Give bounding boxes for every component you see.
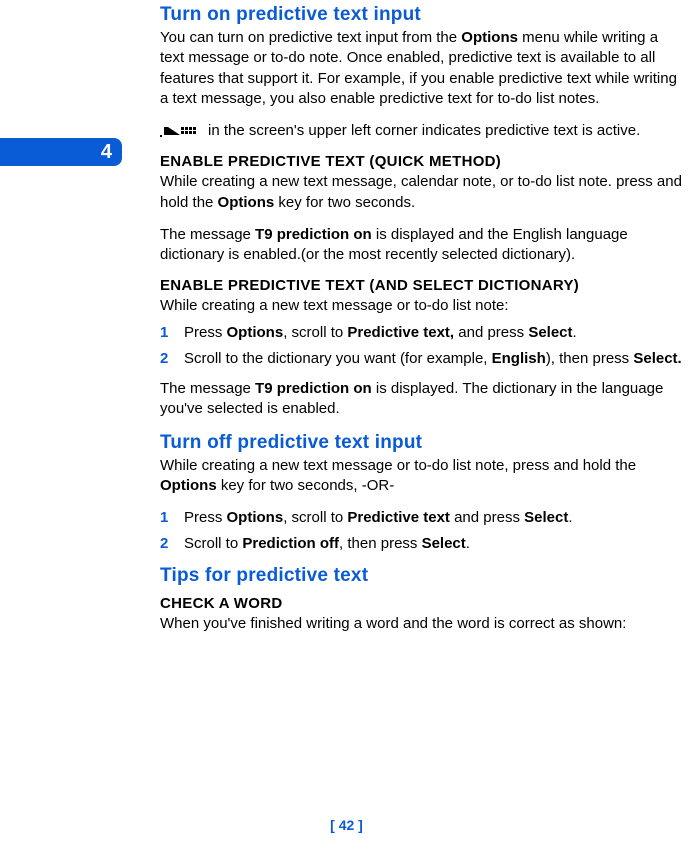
bold-text: Predictive text: [347, 509, 450, 526]
text: Press: [184, 509, 227, 526]
steps-list-enable: 1 Press Options, scroll to Predictive te…: [160, 323, 683, 370]
paragraph: The message T9 prediction on is displaye…: [160, 379, 683, 420]
page: 4 Turn on predictive text input You can …: [0, 0, 693, 841]
text: Press: [184, 324, 227, 341]
text: The message: [160, 226, 255, 243]
bold-text: T9 prediction on: [255, 380, 372, 397]
paragraph: While creating a new text message or to-…: [160, 296, 683, 316]
text: in the screen's upper left corner indica…: [208, 121, 640, 141]
text: You can turn on predictive text input fr…: [160, 29, 461, 46]
chapter-tab: 4: [0, 138, 122, 166]
paragraph: The message T9 prediction on is displaye…: [160, 225, 683, 266]
paragraph: While creating a new text message or to-…: [160, 456, 683, 497]
bold-text: Options: [227, 509, 284, 526]
heading-turn-off: Turn off predictive text input: [160, 432, 683, 454]
indicator-row: in the screen's upper left corner indica…: [160, 121, 683, 141]
step-number: 1: [160, 508, 168, 528]
list-item: 1 Press Options, scroll to Predictive te…: [160, 323, 683, 343]
bold-text: English: [492, 350, 546, 367]
paragraph: You can turn on predictive text input fr…: [160, 28, 683, 109]
step-number: 2: [160, 349, 168, 369]
bold-text: Select: [524, 509, 568, 526]
heading-turn-on: Turn on predictive text input: [160, 4, 683, 26]
text: and press: [454, 324, 528, 341]
bold-text: Options: [461, 29, 518, 46]
bold-text: Predictive text,: [347, 324, 454, 341]
bold-text: Select: [528, 324, 572, 341]
step-number: 2: [160, 534, 168, 554]
subheading-quick-method: ENABLE PREDICTIVE TEXT (QUICK METHOD): [160, 153, 683, 170]
text: and press: [450, 509, 524, 526]
bold-text: Options: [218, 194, 275, 211]
heading-tips: Tips for predictive text: [160, 565, 683, 587]
list-item: 1 Press Options, scroll to Predictive te…: [160, 508, 683, 528]
subheading-check-word: CHECK A WORD: [160, 595, 683, 612]
subheading-select-dictionary: ENABLE PREDICTIVE TEXT (AND SELECT DICTI…: [160, 277, 683, 294]
text: .: [568, 509, 572, 526]
steps-list-disable: 1 Press Options, scroll to Predictive te…: [160, 508, 683, 555]
text: Scroll to: [184, 535, 242, 552]
text: , then press: [339, 535, 422, 552]
text: key for two seconds, -OR-: [217, 477, 395, 494]
bold-text: Select.: [633, 350, 681, 367]
text: key for two seconds.: [274, 194, 415, 211]
bold-text: Select: [422, 535, 466, 552]
list-item: 2 Scroll to Prediction off, then press S…: [160, 534, 683, 554]
text: While creating a new text message or to-…: [160, 457, 636, 474]
list-item: 2 Scroll to the dictionary you want (for…: [160, 349, 683, 369]
bold-text: T9 prediction on: [255, 226, 372, 243]
text: .: [466, 535, 470, 552]
bold-text: Options: [160, 477, 217, 494]
text: ), then press: [546, 350, 634, 367]
predictive-indicator-icon: [160, 124, 198, 138]
text: , scroll to: [283, 324, 347, 341]
step-number: 1: [160, 323, 168, 343]
text: .: [573, 324, 577, 341]
paragraph: When you've finished writing a word and …: [160, 614, 683, 634]
text: , scroll to: [283, 509, 347, 526]
paragraph: While creating a new text message, calen…: [160, 172, 683, 213]
text: Scroll to the dictionary you want (for e…: [184, 350, 492, 367]
bold-text: Prediction off: [242, 535, 339, 552]
page-number: [ 42 ]: [0, 817, 693, 833]
bold-text: Options: [227, 324, 284, 341]
text: The message: [160, 380, 255, 397]
